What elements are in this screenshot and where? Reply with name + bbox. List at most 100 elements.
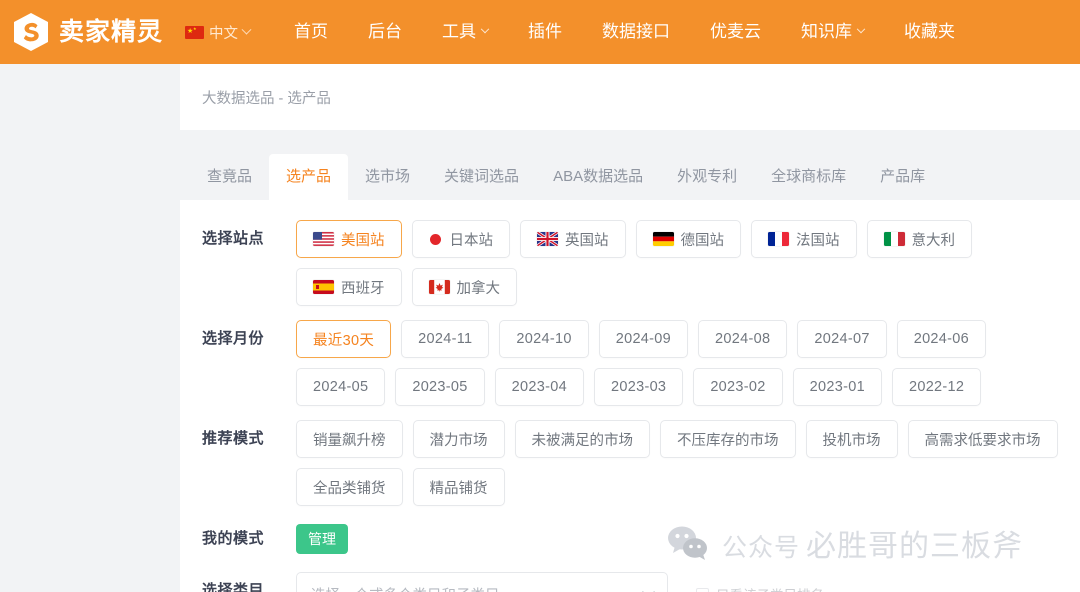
nav-item-tools[interactable]: 工具 — [422, 0, 508, 64]
site-chip-label: 德国站 — [680, 232, 725, 249]
content-column: 大数据选品 - 选产品 查竟品 选产品 选市场 关键词选品 ABA数据选品 外观… — [180, 64, 1080, 592]
chevron-down-icon — [856, 24, 866, 34]
month-chip-label: 2023-04 — [511, 379, 567, 395]
tab-design-patent[interactable]: 外观专利 — [660, 154, 754, 200]
mode-chip-label: 潜力市场 — [429, 432, 488, 449]
filter-row-site: 选择站点 美国站 日本站 英国站 德国站 法国站 意大利 西班牙 加拿大 — [180, 220, 1080, 306]
flag-de-icon — [652, 232, 674, 246]
month-chip-label: 2024-06 — [913, 331, 970, 347]
month-chip-label: 2023-05 — [412, 379, 468, 395]
sub-category-rank-checkbox[interactable]: 只看该子类目排名 — [696, 572, 824, 592]
tab-global-trademark[interactable]: 全球商标库 — [754, 154, 863, 200]
manage-button[interactable]: 管理 — [296, 524, 348, 554]
month-chip-last30days[interactable]: 最近30天 — [296, 320, 392, 358]
filter-row-my-mode: 我的模式 管理 — [180, 520, 1080, 558]
breadcrumb-panel: 大数据选品 - 选产品 — [180, 64, 1080, 130]
mode-chip-label: 未被满足的市场 — [531, 432, 634, 449]
month-chip-label: 2024-11 — [418, 331, 473, 347]
month-chip-2022-12[interactable]: 2022-12 — [891, 368, 982, 406]
site-chip-group: 美国站 日本站 英国站 德国站 法国站 意大利 西班牙 加拿大 — [276, 220, 1080, 306]
month-chip-label: 2023-02 — [710, 379, 766, 395]
mode-chip-speculative-market[interactable]: 投机市场 — [805, 420, 898, 458]
panel-gap — [180, 130, 1080, 154]
filter-row-category: 选择类目 选择一个或多个类目和子类目 只看该子类目排名 — [180, 572, 1080, 592]
language-label: 中文 — [209, 25, 239, 42]
tab-label: 全球商标库 — [771, 168, 847, 185]
site-chip-gb[interactable]: 英国站 — [520, 220, 626, 258]
month-chip-2023-04[interactable]: 2023-04 — [494, 368, 584, 406]
flag-fr-icon — [768, 232, 789, 246]
month-chip-2024-07[interactable]: 2024-07 — [797, 320, 887, 358]
top-navigation-bar: 卖家精灵 ★ ★ 中文 首页 后台 工具 插件 数据接口 优麦云 知识库 收藏夹 — [0, 0, 1080, 64]
tab-label: 选产品 — [286, 168, 332, 185]
month-chip-group: 最近30天 2024-11 2024-10 2024-09 2024-08 20… — [276, 320, 1080, 406]
month-chip-2024-09[interactable]: 2024-09 — [598, 320, 689, 358]
nav-item-knowledge-base[interactable]: 知识库 — [781, 0, 884, 64]
language-switcher[interactable]: ★ ★ 中文 — [185, 22, 252, 43]
mode-chip-potential-market[interactable]: 潜力市场 — [412, 420, 505, 458]
nav-item-plugin[interactable]: 插件 — [508, 0, 582, 64]
month-chip-2024-11[interactable]: 2024-11 — [401, 320, 490, 358]
tab-label: 选市场 — [365, 168, 411, 185]
site-chip-us[interactable]: 美国站 — [296, 220, 402, 258]
month-chip-2024-06[interactable]: 2024-06 — [896, 320, 987, 358]
mode-chip-label: 不压库存的市场 — [677, 432, 779, 449]
mode-chip-all-category-stocking[interactable]: 全品类铺货 — [296, 468, 403, 506]
month-chip-2023-03[interactable]: 2023-03 — [593, 368, 684, 406]
site-chip-de[interactable]: 德国站 — [635, 220, 741, 258]
tab-check-competitor[interactable]: 查竟品 — [190, 154, 269, 200]
mode-chip-label: 投机市场 — [822, 432, 881, 449]
nav-item-home[interactable]: 首页 — [274, 0, 348, 64]
month-chip-2024-08[interactable]: 2024-08 — [698, 320, 788, 358]
sellersprite-s-logo-icon — [12, 12, 50, 52]
nav-item-backend[interactable]: 后台 — [348, 0, 422, 64]
category-select[interactable]: 选择一个或多个类目和子类目 — [296, 572, 668, 592]
filter-label-my-mode: 我的模式 — [202, 530, 265, 547]
mode-chip-unmet-market[interactable]: 未被满足的市场 — [514, 420, 650, 458]
site-chip-fr[interactable]: 法国站 — [751, 220, 857, 258]
tab-select-product[interactable]: 选产品 — [269, 154, 349, 200]
month-chip-2024-10[interactable]: 2024-10 — [499, 320, 589, 358]
month-chip-label: 2024-05 — [313, 379, 369, 395]
tab-label: 产品库 — [880, 168, 926, 185]
site-chip-label: 加拿大 — [456, 280, 501, 297]
brand-name: 卖家精灵 — [59, 17, 164, 46]
nav-item-youmaiyun[interactable]: 优麦云 — [690, 0, 781, 64]
brand-logo[interactable]: 卖家精灵 — [12, 12, 163, 52]
tab-label: ABA数据选品 — [553, 168, 644, 185]
nav-item-label: 工具 — [442, 22, 477, 41]
nav-item-data-api[interactable]: 数据接口 — [582, 0, 690, 64]
tab-keyword-selection[interactable]: 关键词选品 — [427, 154, 536, 200]
month-chip-2023-05[interactable]: 2023-05 — [395, 368, 485, 406]
month-chip-2023-01[interactable]: 2023-01 — [792, 368, 882, 406]
mode-chip-low-inventory-market[interactable]: 不压库存的市场 — [660, 420, 796, 458]
mode-chip-label: 销量飙升榜 — [313, 432, 386, 449]
tab-label: 关键词选品 — [444, 168, 520, 185]
mode-chip-premium-stocking[interactable]: 精品铺货 — [412, 468, 505, 506]
filter-row-mode: 推荐模式 销量飙升榜 潜力市场 未被满足的市场 不压库存的市场 投机市场 高需求… — [180, 420, 1080, 506]
mode-chip-sales-surge[interactable]: 销量飙升榜 — [296, 420, 403, 458]
tab-aba-data-selection[interactable]: ABA数据选品 — [536, 154, 660, 200]
nav-item-favorites[interactable]: 收藏夹 — [884, 0, 975, 64]
site-chip-label: 日本站 — [449, 232, 494, 249]
flag-it-icon — [883, 232, 905, 246]
chevron-down-icon — [480, 24, 490, 34]
mode-chip-high-demand-low-req[interactable]: 高需求低要求市场 — [907, 420, 1058, 458]
filter-label-month: 选择月份 — [202, 330, 265, 347]
month-chip-2023-02[interactable]: 2023-02 — [693, 368, 783, 406]
site-chip-ca[interactable]: 加拿大 — [411, 268, 517, 306]
site-chip-jp[interactable]: 日本站 — [411, 220, 510, 258]
month-chip-2024-05[interactable]: 2024-05 — [296, 368, 386, 406]
site-chip-it[interactable]: 意大利 — [866, 220, 972, 258]
month-chip-label: 2024-10 — [516, 331, 572, 347]
tab-select-market[interactable]: 选市场 — [348, 154, 427, 200]
flag-cn-icon: ★ ★ — [185, 25, 205, 39]
flag-gb-icon — [537, 232, 558, 246]
tab-product-library[interactable]: 产品库 — [863, 154, 942, 200]
filter-label-mode: 推荐模式 — [202, 430, 265, 447]
flag-jp-icon — [429, 232, 443, 246]
site-chip-es[interactable]: 西班牙 — [296, 268, 402, 306]
site-chip-label: 美国站 — [341, 232, 385, 249]
mode-chip-label: 高需求低要求市场 — [924, 432, 1041, 449]
nav-item-label: 收藏夹 — [904, 22, 956, 41]
